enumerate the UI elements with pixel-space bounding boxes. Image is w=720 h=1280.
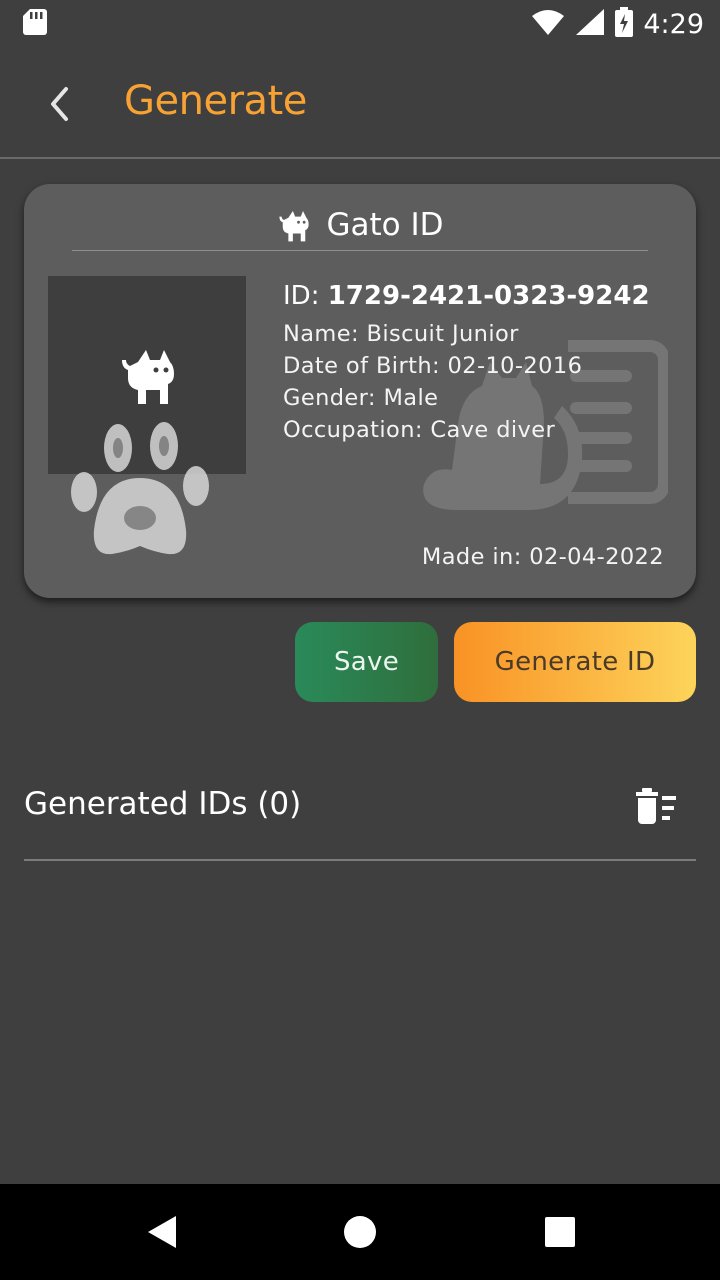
recents-square-icon (545, 1217, 575, 1247)
system-nav-bar (0, 1184, 720, 1280)
app-bar: Generate (0, 48, 720, 159)
status-bar: 4:29 (0, 0, 720, 48)
id-card: Gato ID ID: 1729-2421-0323-9242 Name: Bi… (24, 184, 696, 598)
occupation-text: Occupation: Cave diver (283, 417, 556, 443)
generate-id-button[interactable]: Generate ID (454, 622, 696, 702)
generated-ids-header: Generated IDs (0) (24, 760, 696, 861)
id-label: ID: (283, 281, 328, 311)
nav-home-button[interactable] (340, 1212, 380, 1252)
back-triangle-icon (148, 1216, 176, 1248)
paw-print-icon (71, 422, 209, 555)
card-info: ID: 1729-2421-0323-9242 Name: Biscuit Ju… (283, 276, 683, 446)
back-button[interactable] (40, 82, 84, 126)
card-title: Gato ID (326, 207, 444, 243)
clear-all-button[interactable] (632, 786, 680, 826)
id-line: ID: 1729-2421-0323-9242 (283, 276, 683, 316)
battery-charging-icon (615, 7, 634, 41)
nav-back-button[interactable] (142, 1212, 182, 1252)
nav-recents-button[interactable] (540, 1212, 580, 1252)
card-header: Gato ID (72, 200, 648, 251)
sd-card-icon (22, 8, 48, 40)
wifi-icon (531, 8, 565, 40)
status-time: 4:29 (643, 8, 704, 40)
cat-icon (279, 210, 310, 242)
gender-text: Gender: Male (283, 385, 439, 411)
chevron-left-icon (51, 87, 68, 121)
delete-sweep-icon (636, 788, 676, 824)
name-text: Name: Biscuit Junior (283, 321, 519, 347)
id-value: 1729-2421-0323-9242 (327, 281, 650, 311)
home-circle-icon (344, 1216, 376, 1248)
page-title: Generate (124, 78, 307, 124)
dob-text: Date of Birth: 02-10-2016 (283, 353, 583, 379)
cat-icon (122, 350, 174, 404)
signal-icon (575, 8, 605, 40)
generated-ids-title: Generated IDs (0) (24, 786, 302, 822)
save-button[interactable]: Save (295, 622, 438, 702)
made-in-text: Made in: 02-04-2022 (421, 544, 664, 570)
